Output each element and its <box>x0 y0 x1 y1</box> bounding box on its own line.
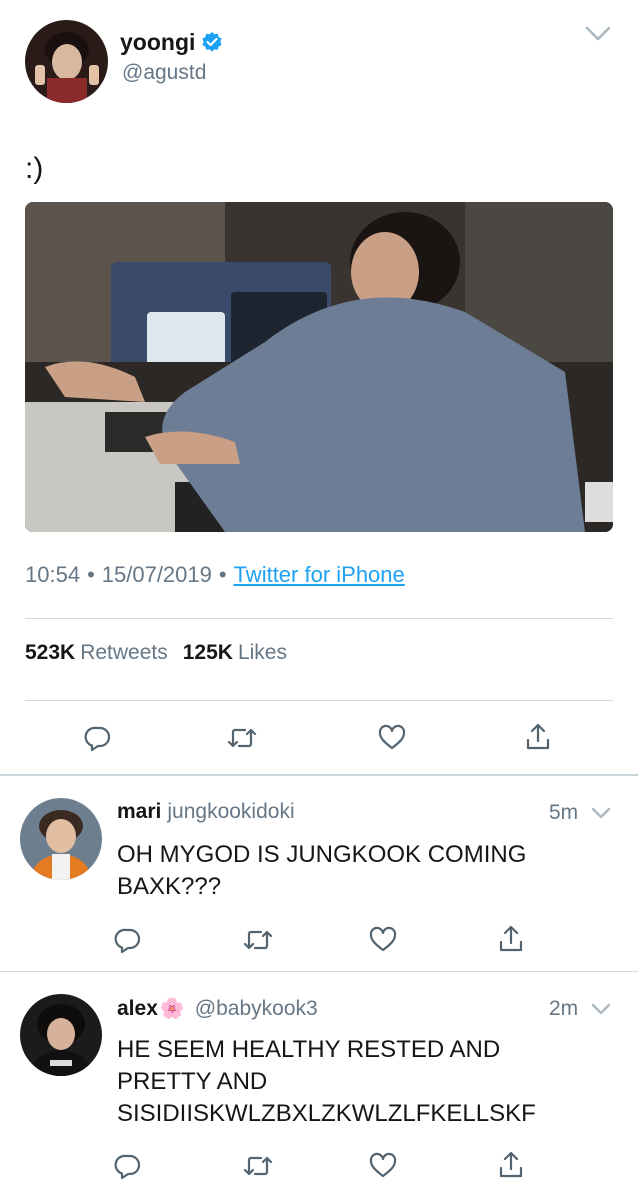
share-icon[interactable] <box>497 924 525 954</box>
reply-avatar[interactable] <box>20 798 102 880</box>
main-tweet-actions <box>0 722 638 754</box>
divider <box>25 618 613 619</box>
tweet-text: :) <box>25 152 44 185</box>
like-icon[interactable] <box>378 724 406 752</box>
retweet-icon[interactable] <box>227 724 257 752</box>
flower-emoji: 🌸 <box>159 998 185 1020</box>
reply-handle[interactable]: jungkookidoki <box>167 800 294 824</box>
tweet-source-link[interactable]: Twitter for iPhone <box>234 562 405 588</box>
reply-text-line: SISIDIISKWLZBXLZKWLZLFKELLSKF <box>117 1100 536 1127</box>
share-icon[interactable] <box>524 722 552 752</box>
chevron-down-icon[interactable] <box>584 25 612 43</box>
chevron-down-icon[interactable] <box>590 806 612 820</box>
reply-text-line: PRETTY AND <box>117 1068 268 1095</box>
reply-icon[interactable] <box>114 926 142 954</box>
likes-count[interactable]: 125K <box>183 641 233 665</box>
reply-text: OH MYGOD IS JUNGKOOK COMING BAXK??? <box>117 839 526 903</box>
author-handle[interactable]: @agustd <box>122 61 206 85</box>
reply-text-line: HE SEEM HEALTHY RESTED AND <box>117 1036 501 1063</box>
verified-badge-icon <box>201 31 223 53</box>
reply-display-name[interactable]: alex <box>117 997 158 1021</box>
meta-separator: • <box>87 562 95 587</box>
retweet-icon[interactable] <box>243 926 273 954</box>
reply-header: mari jungkookidoki <box>117 800 295 824</box>
author-name-row[interactable]: yoongi <box>120 27 223 57</box>
reply-time: 5m <box>549 801 579 824</box>
reply-handle[interactable]: @babykook3 <box>195 997 318 1021</box>
retweets-label[interactable]: Retweets <box>80 641 168 665</box>
reply-icon[interactable] <box>114 1152 142 1180</box>
reply-display-name[interactable]: mari <box>117 800 161 824</box>
tweet-stats-row: 523K Retweets 125K Likes <box>25 641 287 665</box>
author-avatar[interactable] <box>25 20 108 103</box>
reply-icon[interactable] <box>84 724 112 752</box>
reply-tweet[interactable]: mari jungkookidoki 5m OH MYGOD IS JUNGKO… <box>0 776 638 971</box>
chevron-down-icon[interactable] <box>590 1002 612 1016</box>
author-display-name: yoongi <box>120 28 196 55</box>
tweet-date: 15/07/2019 <box>101 562 212 587</box>
meta-separator: • <box>218 562 227 587</box>
tweet-meta-row: 10:54 • 15/07/2019 • Twitter for iPhone <box>25 562 405 588</box>
likes-label[interactable]: Likes <box>238 641 287 665</box>
reply-text-line: BAXK??? <box>117 873 222 900</box>
reply-text-line: OH MYGOD IS JUNGKOOK COMING <box>117 841 527 868</box>
reply-text: HE SEEM HEALTHY RESTED AND PRETTY AND SI… <box>117 1034 536 1130</box>
reply-time: 2m <box>549 997 579 1020</box>
reply-header: alex 🌸 @babykook3 <box>117 996 318 1021</box>
like-icon[interactable] <box>369 1152 397 1180</box>
tweet-photo[interactable] <box>25 202 613 532</box>
reply-tweet[interactable]: alex 🌸 @babykook3 2m HE SEEM HEALTHY RES… <box>0 972 638 1200</box>
reply-avatar[interactable] <box>20 994 102 1076</box>
retweet-icon[interactable] <box>243 1152 273 1180</box>
like-icon[interactable] <box>369 926 397 954</box>
divider <box>25 700 613 701</box>
share-icon[interactable] <box>497 1150 525 1180</box>
tweet-time: 10:54 <box>25 562 81 587</box>
retweets-count[interactable]: 523K <box>25 641 75 665</box>
